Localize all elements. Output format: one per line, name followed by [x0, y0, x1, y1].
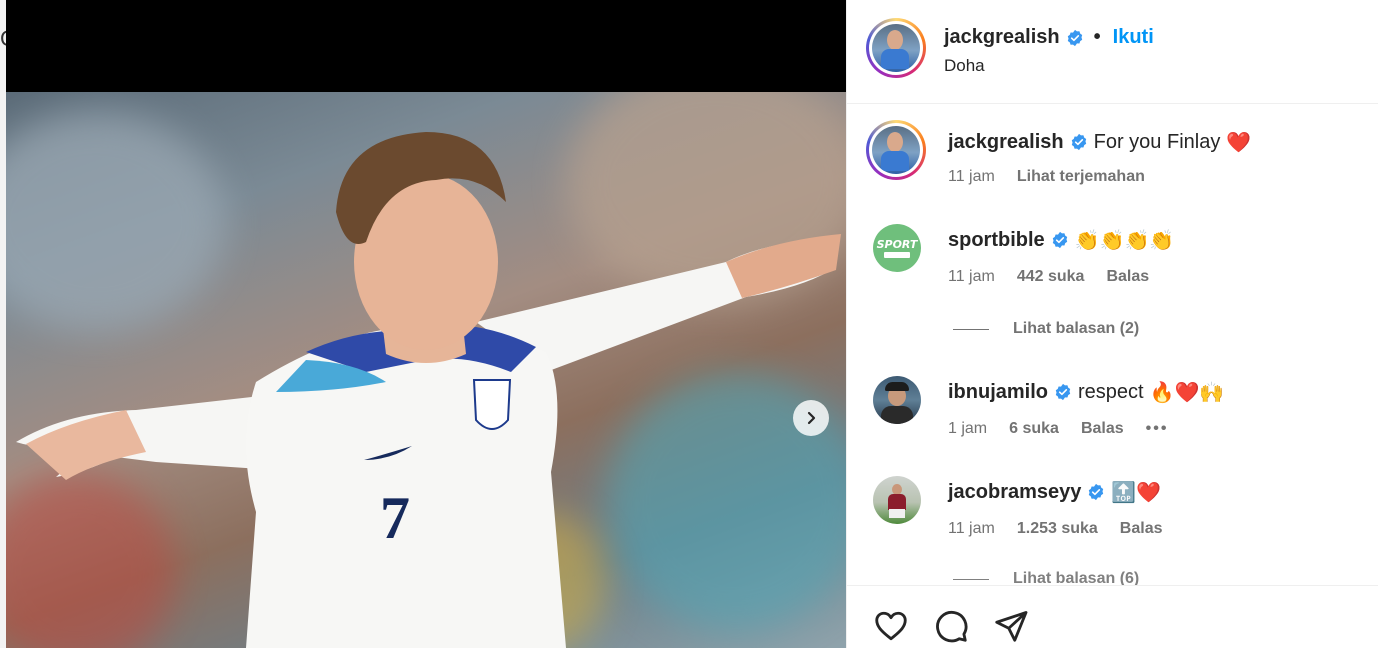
caption-text: For you Finlay [1093, 130, 1221, 153]
post-actions-bar [847, 585, 1378, 648]
comment-username[interactable]: jacobramseyy [948, 481, 1081, 504]
commenter-avatar[interactable] [873, 376, 921, 424]
sportbible-logo-bar [884, 251, 910, 258]
author-username[interactable]: jackgrealish [944, 26, 1060, 49]
reply-button[interactable]: Balas [1081, 420, 1124, 438]
chevron-right-icon [807, 411, 816, 425]
comment-likes[interactable]: 1.253 suka [1017, 520, 1098, 538]
comment-time[interactable]: 11 jam [948, 520, 995, 538]
player-illustration: 7 [16, 132, 841, 648]
comment-text: respect [1078, 380, 1144, 403]
comment-username[interactable]: ibnujamilo [948, 381, 1048, 404]
see-translation-link[interactable]: Lihat terjemahan [1017, 168, 1145, 186]
author-avatar[interactable] [866, 18, 926, 78]
comment-emoji: 🔝❤️ [1111, 480, 1162, 504]
follow-button[interactable]: Ikuti [1113, 26, 1154, 49]
post-header: jackgrealish • Ikuti Doha [847, 0, 1378, 104]
heart-icon[interactable] [873, 608, 909, 644]
caption-time[interactable]: 11 jam [948, 168, 995, 186]
post-media: 7 [6, 0, 846, 648]
comment-time[interactable]: 11 jam [948, 268, 995, 286]
comment-time[interactable]: 1 jam [948, 420, 987, 438]
more-options-icon[interactable]: ••• [1146, 420, 1169, 438]
comment-icon[interactable] [933, 608, 969, 644]
next-media-button[interactable] [793, 400, 829, 436]
verified-badge-icon [1055, 383, 1071, 401]
reply-button[interactable]: Balas [1120, 520, 1163, 538]
caption-emoji: ❤️ [1226, 130, 1252, 154]
post-location[interactable]: Doha [944, 56, 985, 76]
comment-likes[interactable]: 6 suka [1009, 420, 1059, 438]
comment-username[interactable]: sportbible [948, 229, 1045, 252]
comment-emoji: 👏👏👏👏 [1074, 228, 1175, 252]
caption-avatar[interactable] [866, 120, 926, 180]
replies-divider [953, 328, 989, 330]
reply-button[interactable]: Balas [1106, 268, 1149, 286]
commenter-avatar[interactable]: SPORT [873, 224, 921, 272]
comment-emoji: 🔥❤️🙌 [1149, 380, 1225, 404]
verified-badge-icon [1071, 133, 1086, 151]
sportbible-logo-text: SPORT [876, 237, 918, 251]
post-photo: 7 [6, 92, 846, 648]
view-replies-button[interactable]: Lihat balasan (2) [953, 320, 1139, 338]
post-sidebar: jackgrealish • Ikuti Doha jackgrealish F… [846, 0, 1378, 648]
send-icon[interactable] [993, 608, 1029, 644]
view-replies-label: Lihat balasan (2) [1013, 320, 1140, 337]
header-separator: • [1093, 26, 1101, 48]
verified-badge-icon [1089, 483, 1104, 501]
commenter-avatar[interactable] [873, 476, 921, 524]
svg-text:7: 7 [380, 485, 410, 551]
replies-divider [953, 578, 989, 580]
verified-badge-icon [1052, 231, 1067, 249]
comment-likes[interactable]: 442 suka [1017, 268, 1085, 286]
caption-username[interactable]: jackgrealish [948, 131, 1064, 154]
verified-badge-icon [1067, 29, 1082, 46]
